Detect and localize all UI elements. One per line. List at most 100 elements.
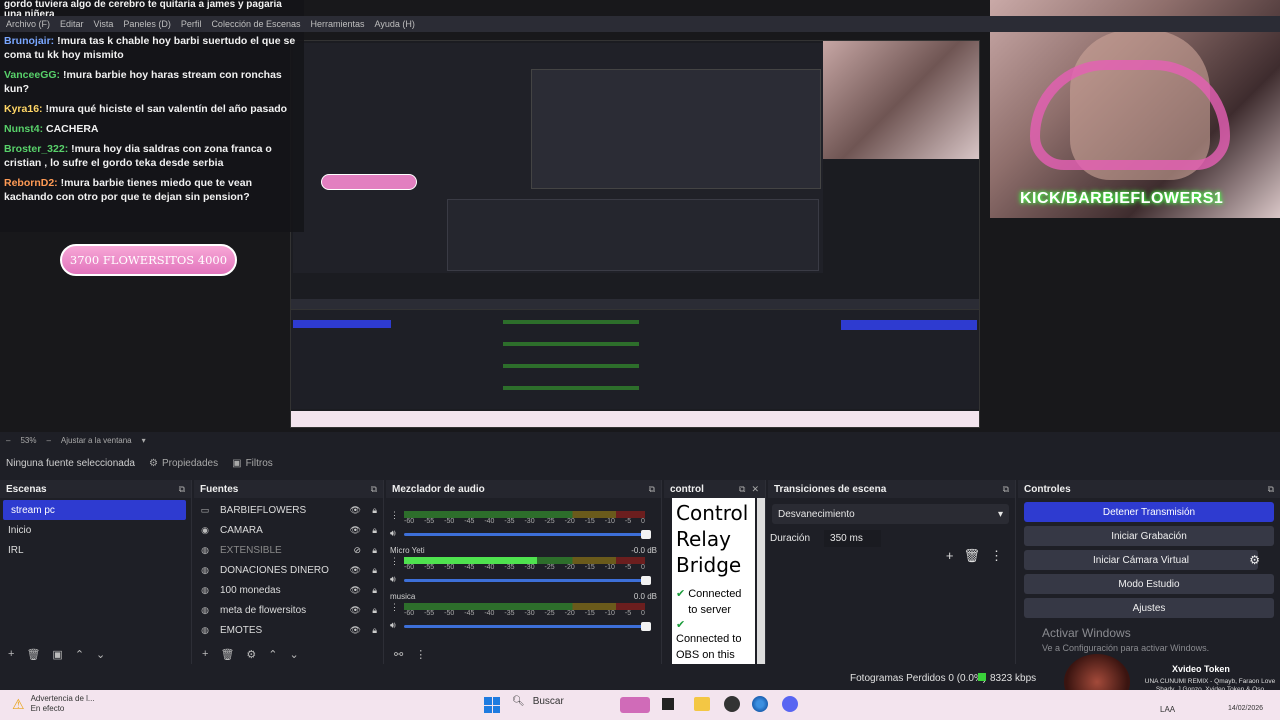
properties-button[interactable]: ⚙ Propiedades: [149, 458, 218, 469]
chevron-up-icon[interactable]: ⌃: [268, 648, 277, 661]
volume-knob[interactable]: [641, 576, 651, 585]
lock-icon[interactable]: 🔒︎: [372, 605, 377, 616]
menubar: Archivo (F) Editar Vista Paneles (D) Perfil C…: [0, 16, 1280, 32]
taskbar-warning[interactable]: ⚠ Advertencia de l... En efecto: [12, 694, 95, 714]
float-icon[interactable]: ⧉: [1003, 484, 1009, 495]
source-item[interactable]: ◍ EXTENSIBLE ⊘ 🔒︎: [194, 540, 383, 560]
discord-icon[interactable]: [782, 696, 798, 712]
float-icon[interactable]: ⧉: [179, 484, 185, 495]
more-icon[interactable]: ⋮: [415, 648, 426, 661]
scene-item[interactable]: Inicio: [0, 520, 191, 540]
float-icon[interactable]: ⧉: [371, 484, 377, 495]
speaker-icon[interactable]: 🔊︎: [390, 528, 396, 539]
scene-item[interactable]: IRL: [0, 540, 191, 560]
add-icon[interactable]: +: [202, 648, 208, 660]
control-button[interactable]: Iniciar Grabación: [1024, 526, 1274, 546]
menu-item[interactable]: Herramientas: [311, 19, 365, 29]
eye-off-icon[interactable]: ⊘: [353, 545, 361, 556]
tick-label: 0: [641, 518, 645, 525]
no-source-label: Ninguna fuente seleccionada: [6, 457, 135, 469]
source-item[interactable]: ◍ DONACIONES DINERO 👁︎ 🔒︎: [194, 560, 383, 580]
lock-icon[interactable]: 🔒︎: [372, 525, 377, 536]
chat-username: Brunojair:: [4, 35, 55, 47]
eye-icon[interactable]: 👁︎: [350, 565, 361, 576]
chat-message: RebornD2: !mura barbie tienes miedo que …: [4, 176, 300, 204]
control-button[interactable]: Ajustes: [1024, 598, 1274, 618]
eye-icon[interactable]: 👁︎: [350, 585, 361, 596]
gear-icon[interactable]: ⚙: [1249, 553, 1260, 567]
dock-title: Escenas ⧉: [0, 480, 191, 498]
add-icon[interactable]: +: [8, 648, 14, 660]
chevron-down-icon[interactable]: ▾: [142, 436, 146, 445]
source-item[interactable]: ◉ CAMARA 👁︎ 🔒︎: [194, 520, 383, 540]
close-icon[interactable]: ✕: [751, 484, 759, 495]
clock-date[interactable]: 14/02/2026: [1228, 705, 1263, 712]
trash-icon[interactable]: 🗑: [26, 648, 40, 661]
volume-knob[interactable]: [641, 622, 651, 631]
source-item[interactable]: ◍ EMOTES 👁︎ 🔒︎: [194, 620, 383, 640]
more-icon[interactable]: ⋮: [390, 510, 399, 521]
eye-icon[interactable]: 👁︎: [350, 505, 361, 516]
source-item[interactable]: ◍ meta de flowersitos 👁︎ 🔒︎: [194, 600, 383, 620]
lock-icon[interactable]: 🔒︎: [372, 625, 377, 636]
eye-icon[interactable]: 👁︎: [350, 605, 361, 616]
menu-item[interactable]: Archivo (F): [6, 19, 50, 29]
speaker-icon[interactable]: 🔊︎: [390, 620, 396, 631]
add-icon[interactable]: +: [946, 548, 954, 564]
lock-icon[interactable]: 🔒︎: [372, 585, 377, 596]
menu-item[interactable]: Paneles (D): [123, 19, 171, 29]
widget-icon[interactable]: [620, 697, 650, 713]
duration-input[interactable]: 350 ms: [824, 530, 881, 547]
volume-slider[interactable]: [404, 622, 651, 631]
lock-icon[interactable]: 🔒︎: [372, 505, 377, 516]
chevron-up-icon[interactable]: ⌃: [75, 648, 84, 661]
eye-icon[interactable]: 👁︎: [350, 625, 361, 636]
trash-icon[interactable]: 🗑: [963, 548, 980, 564]
transition-select[interactable]: Desvanecimiento ▾: [772, 504, 1009, 524]
menu-item[interactable]: Editar: [60, 19, 84, 29]
chevron-down-icon[interactable]: ⌄: [96, 648, 105, 661]
volume-slider[interactable]: [404, 530, 651, 539]
filter-icon[interactable]: ▣: [52, 648, 62, 661]
menu-item[interactable]: Colección de Escenas: [211, 19, 300, 29]
menu-item[interactable]: Perfil: [181, 19, 202, 29]
gear-icon[interactable]: ⚙: [246, 648, 256, 661]
edge-icon[interactable]: [752, 696, 768, 712]
dash-icon[interactable]: –: [46, 436, 50, 445]
file-explorer-icon[interactable]: [694, 697, 710, 711]
volume-knob[interactable]: [641, 530, 651, 539]
control-button[interactable]: Modo Estudio: [1024, 574, 1274, 594]
scrollbar[interactable]: [757, 498, 765, 664]
lock-icon[interactable]: 🔒︎: [372, 545, 377, 556]
link-icon[interactable]: ⚯: [394, 648, 403, 661]
taskbar-search[interactable]: 🔍︎ Buscar: [512, 696, 564, 707]
source-label: CAMARA: [220, 524, 263, 536]
lock-icon[interactable]: 🔒︎: [372, 565, 377, 576]
float-icon[interactable]: ⧉: [649, 484, 655, 495]
chevron-down-icon[interactable]: ⌄: [290, 648, 299, 661]
menu-item[interactable]: Ayuda (H): [375, 19, 415, 29]
trash-icon[interactable]: 🗑: [220, 648, 234, 661]
source-item[interactable]: ▭ BARBIEFLOWERS 👁︎ 🔒︎: [194, 500, 383, 520]
windows-start-icon[interactable]: [484, 697, 500, 713]
source-item[interactable]: ◍ 100 monedas 👁︎ 🔒︎: [194, 580, 383, 600]
dash-icon[interactable]: –: [6, 436, 10, 445]
filters-button[interactable]: ▣ Filtros: [232, 458, 273, 469]
more-icon[interactable]: ⋮: [390, 556, 399, 567]
control-button[interactable]: Iniciar Cámara Virtual ⚙: [1024, 550, 1260, 570]
task-view-icon[interactable]: [662, 698, 674, 710]
fit-window-dropdown[interactable]: Ajustar a la ventana: [61, 436, 132, 445]
scene-item[interactable]: stream pc: [3, 500, 186, 520]
volume-slider[interactable]: [404, 576, 651, 585]
eye-icon[interactable]: 👁︎: [350, 525, 361, 536]
float-icon[interactable]: ⧉: [1268, 484, 1274, 495]
control-button[interactable]: Detener Transmisión: [1024, 502, 1274, 522]
float-icon[interactable]: ⧉: [739, 484, 745, 495]
language-indicator[interactable]: LAA: [1160, 705, 1175, 714]
more-icon[interactable]: ⋮: [990, 548, 1003, 564]
obs-icon[interactable]: [724, 696, 740, 712]
speaker-icon[interactable]: 🔊︎: [390, 574, 396, 585]
more-icon[interactable]: ⋮: [390, 602, 399, 613]
menu-item[interactable]: Vista: [94, 19, 114, 29]
preview-canvas[interactable]: gordo tuviera algo de cerebro te quitari…: [0, 0, 1280, 432]
